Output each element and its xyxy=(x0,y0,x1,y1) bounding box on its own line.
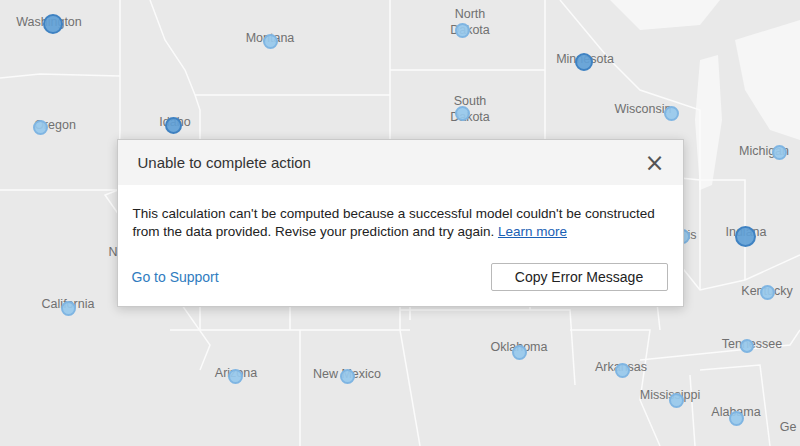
learn-more-link[interactable]: Learn more xyxy=(498,224,567,239)
state-pin[interactable] xyxy=(512,345,527,360)
state-border xyxy=(170,329,410,331)
state-border xyxy=(400,310,575,385)
state-pin[interactable] xyxy=(575,53,593,71)
state-pin[interactable] xyxy=(735,226,756,247)
state-pin[interactable] xyxy=(61,301,76,316)
state-pin[interactable] xyxy=(760,285,775,300)
state-pin[interactable] xyxy=(33,120,48,135)
state-border xyxy=(560,0,610,60)
state-pin[interactable] xyxy=(165,117,182,134)
state-border xyxy=(700,365,770,446)
lake-superior xyxy=(610,0,720,30)
state-pin[interactable] xyxy=(43,14,63,34)
state-border xyxy=(570,330,660,446)
state-label: Ge xyxy=(780,420,797,436)
state-pin[interactable] xyxy=(455,23,470,38)
state-pin[interactable] xyxy=(772,145,787,160)
dialog-header: Unable to complete action × xyxy=(118,140,683,185)
state-border xyxy=(299,330,301,446)
lake-huron xyxy=(735,20,800,140)
state-border xyxy=(0,74,120,78)
support-link[interactable]: Go to Support xyxy=(132,269,219,285)
dialog-body: This calculation can't be computed becau… xyxy=(118,185,683,241)
map-view: WashingtonMontanaNorth DakotaMinnesotaOr… xyxy=(0,0,800,446)
dialog-title: Unable to complete action xyxy=(138,154,311,171)
state-pin[interactable] xyxy=(228,369,243,384)
close-button[interactable]: × xyxy=(640,151,668,175)
state-pin[interactable] xyxy=(340,369,355,384)
error-dialog: Unable to complete action × This calculati… xyxy=(117,139,684,307)
state-border xyxy=(690,375,695,446)
state-border xyxy=(390,69,545,71)
state-pin[interactable] xyxy=(455,106,470,121)
state-border xyxy=(640,330,800,360)
state-label: North Dakota xyxy=(447,7,493,38)
state-pin[interactable] xyxy=(729,411,744,426)
state-pin[interactable] xyxy=(263,34,278,49)
state-border xyxy=(195,94,390,96)
state-border xyxy=(400,300,420,446)
state-pin[interactable] xyxy=(669,393,684,408)
dialog-overlay: Unable to complete action × This calculati… xyxy=(0,0,800,446)
state-label: South Dakota xyxy=(447,94,493,125)
copy-button[interactable]: Copy Error Message xyxy=(491,263,668,291)
state-pin[interactable] xyxy=(615,363,630,378)
state-pin[interactable] xyxy=(664,106,679,121)
lake-michigan xyxy=(695,55,722,190)
dialog-footer: Go to Support Copy Error Message xyxy=(118,241,683,306)
state-pin[interactable] xyxy=(740,339,754,353)
state-label: Wisconsin xyxy=(615,102,672,118)
error-message: This calculation can't be computed becau… xyxy=(133,205,667,241)
